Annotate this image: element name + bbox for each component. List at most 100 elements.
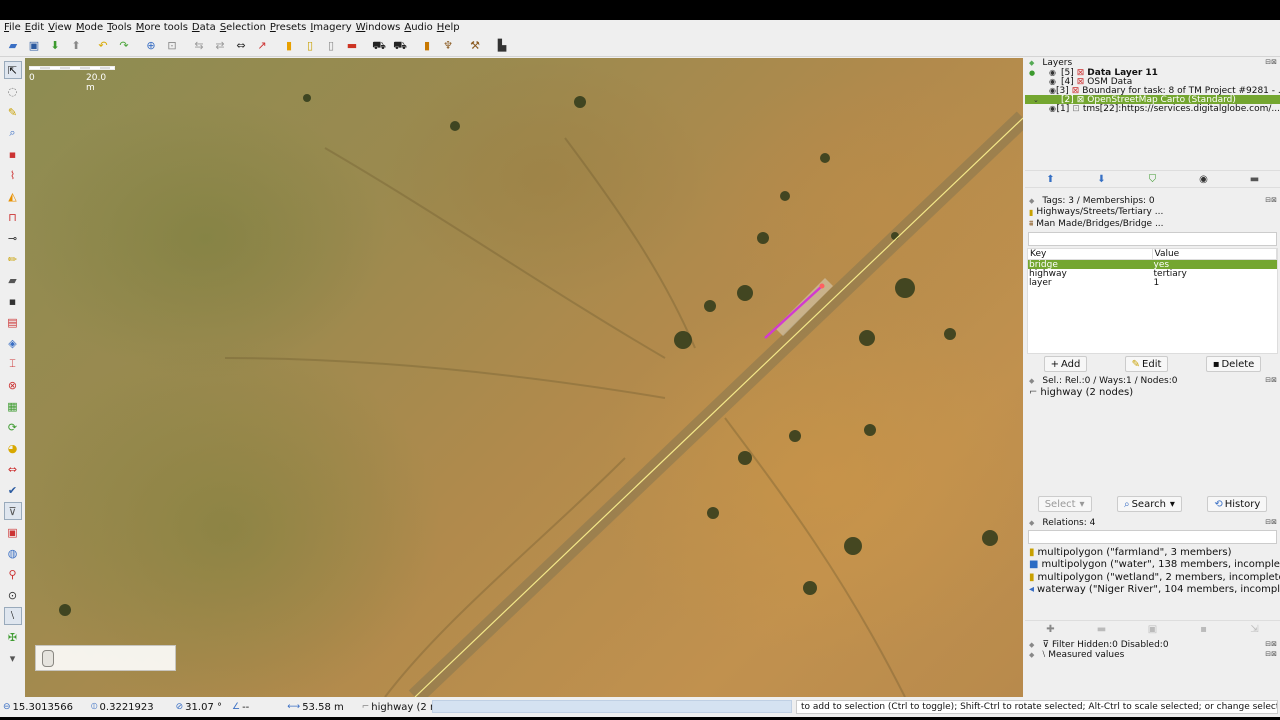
ruler-icon[interactable]: ⧵: [3, 607, 22, 625]
edit-relation-icon[interactable]: ▬: [1078, 622, 1126, 638]
align-icon[interactable]: ⇆: [190, 37, 208, 55]
selection-panel-title[interactable]: ◆ Sel.: Rel.:0 / Ways:1 / Nodes:0 ⊟⊠: [1025, 376, 1280, 386]
delete-layer-icon[interactable]: ▬: [1231, 171, 1279, 187]
tag-table[interactable]: Key Value bridge yes highway tertiary la…: [1027, 248, 1278, 354]
new-relation-icon[interactable]: ✚: [1027, 622, 1075, 638]
lasso-icon[interactable]: ◌: [4, 82, 22, 100]
save-icon[interactable]: ▣: [25, 37, 43, 55]
panel-controls-icon[interactable]: ⊟⊠: [1265, 196, 1277, 204]
check-icon[interactable]: ✔: [4, 481, 22, 499]
layers-icon[interactable]: ▤: [4, 313, 22, 331]
add-tag-button[interactable]: + Add: [1043, 356, 1088, 372]
draw-icon[interactable]: ✎: [4, 103, 22, 121]
menu-edit[interactable]: Edit: [23, 22, 46, 33]
tag-tool-icon[interactable]: ✠: [4, 628, 22, 646]
filter-panel-title[interactable]: ◆ ⊽ Filter Hidden:0 Disabled:0 ⊟⊠: [1025, 640, 1280, 650]
upload-icon[interactable]: ⬆: [67, 37, 85, 55]
extrude-icon[interactable]: ⊓: [4, 208, 22, 226]
menu-selection[interactable]: Selection: [218, 22, 268, 33]
panel-toggle-icon[interactable]: ◆: [1029, 59, 1034, 67]
activate-layer-icon[interactable]: ⛉: [1129, 171, 1177, 187]
panel-controls-icon[interactable]: ⊟⊠: [1265, 58, 1277, 66]
menu-tools[interactable]: Tools: [105, 22, 134, 33]
reload-icon[interactable]: ⟳: [4, 418, 22, 436]
list-item[interactable]: ⌐ highway (2 nodes): [1025, 386, 1280, 398]
highway-way[interactable]: [414, 117, 1023, 697]
relations-panel-title[interactable]: ◆ Relations: 4 ⊟⊠: [1025, 518, 1280, 528]
undo-icon[interactable]: ↶: [94, 37, 112, 55]
pencil-icon[interactable]: ✏: [4, 250, 22, 268]
panel-toggle-icon[interactable]: ◆: [1029, 651, 1034, 659]
zoom-fit-icon[interactable]: ⊡: [163, 37, 181, 55]
preset-link[interactable]: ⩩ Man Made/Bridges/Bridge ...: [1025, 218, 1280, 230]
show-hide-icon[interactable]: ◉: [1180, 171, 1228, 187]
panel-toggle-icon[interactable]: ◆: [1029, 197, 1034, 205]
edit-tag-button[interactable]: ✎ Edit: [1124, 356, 1169, 372]
panel-controls-icon[interactable]: ⊟⊠: [1265, 650, 1277, 658]
layer-row[interactable]: ● ◉ [5] ⊠ Data Layer 11: [1025, 68, 1280, 77]
pin-icon[interactable]: ⚲: [4, 565, 22, 583]
delete-tool-icon[interactable]: ▪: [4, 145, 22, 163]
menu-data[interactable]: Data: [190, 22, 218, 33]
combine-icon[interactable]: ⊗: [4, 376, 22, 394]
eye-icon[interactable]: ◉: [1049, 86, 1056, 95]
split-tool-icon[interactable]: ⌶: [4, 355, 22, 373]
align2-icon[interactable]: ⇄: [211, 37, 229, 55]
menu-more-tools[interactable]: More tools: [134, 22, 190, 33]
preset3-icon[interactable]: ▯: [322, 37, 340, 55]
paint-bucket-icon[interactable]: ◕: [4, 439, 22, 457]
relation-item[interactable]: ■ multipolygon ("water", 138 members, inc…: [1025, 559, 1280, 572]
menu-help[interactable]: Help: [435, 22, 462, 33]
panel-controls-icon[interactable]: ⊟⊠: [1265, 518, 1277, 526]
stamp-icon[interactable]: ▣: [4, 523, 22, 541]
panel-controls-icon[interactable]: ⊟⊠: [1265, 376, 1277, 384]
menu-file[interactable]: File: [2, 22, 23, 33]
key-column-header[interactable]: Key: [1028, 249, 1153, 259]
menu-presets[interactable]: Presets: [268, 22, 308, 33]
move-up-icon[interactable]: ⬆: [1027, 171, 1075, 187]
measured-panel-title[interactable]: ◆ ⧵ Measured values ⊟⊠: [1025, 650, 1280, 660]
panel-toggle-icon[interactable]: ◆: [1029, 519, 1034, 527]
relation-item[interactable]: ▮ multipolygon ("farmland", 3 members): [1025, 546, 1280, 559]
select-button[interactable]: Select ▾: [1037, 496, 1092, 512]
selection-list[interactable]: ⌐ highway (2 nodes): [1025, 386, 1280, 494]
parallel-icon[interactable]: ⌇: [4, 166, 22, 184]
panel-toggle-icon[interactable]: ◆: [1029, 641, 1034, 649]
zoom-tool-icon[interactable]: ⌕: [4, 124, 22, 142]
layers-panel-title[interactable]: ◆ Layers ⊟⊠: [1025, 58, 1280, 68]
car-icon[interactable]: ⛟: [370, 37, 388, 55]
delete-relation-icon[interactable]: ▪: [1180, 622, 1228, 638]
tag-filter-input[interactable]: [1028, 232, 1277, 246]
tag-row[interactable]: highway tertiary: [1028, 269, 1277, 279]
tags-panel-title[interactable]: ◆ Tags: 3 / Memberships: 0 ⊟⊠: [1025, 196, 1280, 206]
preset-link[interactable]: ▮ Highways/Streets/Tertiary ...: [1025, 206, 1280, 218]
warning-icon[interactable]: ▮: [418, 37, 436, 55]
preset2-icon[interactable]: ▯: [301, 37, 319, 55]
arrows-icon[interactable]: ⇔: [4, 460, 22, 478]
mini-toolbar[interactable]: [35, 645, 176, 671]
preset-icon[interactable]: ▮: [280, 37, 298, 55]
zoom-icon[interactable]: ⊕: [142, 37, 160, 55]
selected-node[interactable]: [819, 283, 825, 289]
globe-icon[interactable]: ◍: [4, 544, 22, 562]
map-icon[interactable]: ▦: [4, 397, 22, 415]
map-view[interactable]: 0 20.0 m: [25, 58, 1023, 697]
panel-controls-icon[interactable]: ⊟⊠: [1265, 640, 1277, 648]
eye-icon[interactable]: ◉: [1049, 68, 1061, 77]
improve-way-icon[interactable]: ◭: [4, 187, 22, 205]
split-icon[interactable]: ⇔: [232, 37, 250, 55]
history-button[interactable]: ⟲ History: [1207, 496, 1268, 512]
menu-view[interactable]: View: [46, 22, 74, 33]
merge-icon[interactable]: ↗: [253, 37, 271, 55]
menu-windows[interactable]: Windows: [354, 22, 403, 33]
relation-filter-input[interactable]: [1028, 530, 1277, 544]
paint-icon[interactable]: ◈: [4, 334, 22, 352]
tag-row[interactable]: bridge yes: [1028, 260, 1277, 270]
select-relation-icon[interactable]: ⇲: [1231, 622, 1279, 638]
node-icon[interactable]: ▪: [4, 292, 22, 310]
more-tools-icon[interactable]: ▾: [4, 649, 22, 667]
duplicate-relation-icon[interactable]: ▣: [1129, 622, 1177, 638]
map-canvas[interactable]: [25, 58, 1023, 697]
eye-icon[interactable]: ◉: [1049, 104, 1057, 113]
panel-toggle-icon[interactable]: ◆: [1029, 377, 1034, 385]
